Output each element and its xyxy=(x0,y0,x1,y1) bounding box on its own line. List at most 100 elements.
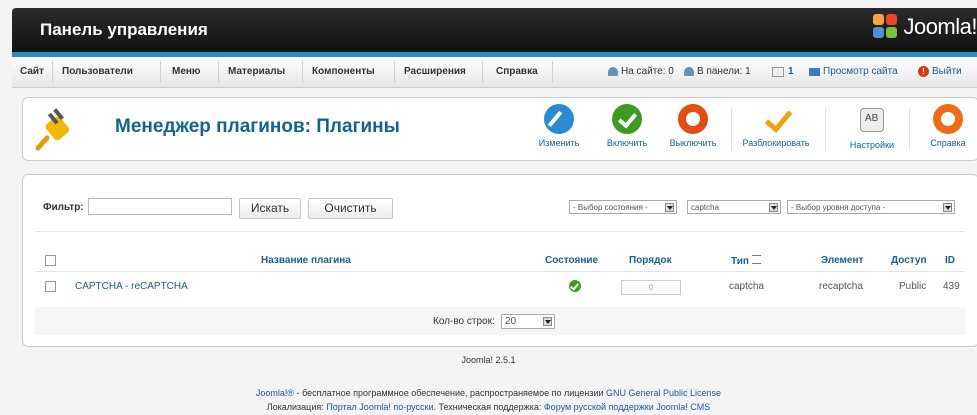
joomla-link[interactable]: Joomla!® xyxy=(256,388,294,398)
check-icon xyxy=(612,104,642,134)
filter-input[interactable] xyxy=(88,198,232,215)
rows-per-page-select[interactable]: 20 xyxy=(501,314,555,329)
chevron-down-icon xyxy=(943,203,952,212)
menu-content[interactable]: Материалы xyxy=(228,66,285,77)
logout-label[interactable]: Выйти xyxy=(932,66,962,77)
view-site-label[interactable]: Просмотр сайта xyxy=(823,66,898,77)
help-icon xyxy=(933,104,963,134)
users-icon xyxy=(608,67,618,76)
license-text: - бесплатное программное обеспечение, ра… xyxy=(294,388,606,398)
messages-count: 1 xyxy=(788,66,794,77)
license-line: Joomla!® - бесплатное программное обеспе… xyxy=(0,388,977,398)
access-select-value: - Выбор уровня доступа - xyxy=(791,203,886,212)
menu-components[interactable]: Компоненты xyxy=(312,66,375,77)
select-all-checkbox[interactable] xyxy=(45,255,56,266)
on-site-count: На сайте: 0 xyxy=(621,66,674,77)
monitor-icon xyxy=(809,67,820,76)
menu-separator xyxy=(394,61,395,83)
joomla-logo-icon xyxy=(873,14,899,40)
rows-per-page-value: 20 xyxy=(505,316,517,327)
col-access[interactable]: Доступ xyxy=(891,255,927,266)
row-checkbox[interactable] xyxy=(45,281,56,292)
checkin-icon xyxy=(761,104,793,134)
plugin-type: captcha xyxy=(729,281,765,292)
clear-button[interactable]: Очистить xyxy=(308,198,393,219)
plugin-icon xyxy=(35,108,70,151)
header-divider xyxy=(35,271,965,272)
in-panel-count: В панели: 1 xyxy=(697,66,751,77)
version-text: Joomla! 2.5.1 xyxy=(461,355,516,365)
localization-label: Локализация: xyxy=(266,402,327,412)
stop-icon xyxy=(678,104,708,134)
checkin-label: Разблокировать xyxy=(742,138,810,148)
enabled-check-icon[interactable] xyxy=(569,280,581,292)
menu-separator xyxy=(552,61,553,83)
options-icon: АВ xyxy=(860,108,884,132)
disable-button[interactable]: Выключить xyxy=(663,104,723,148)
logout-link[interactable]: ! Выйти xyxy=(918,66,962,77)
menu-separator xyxy=(482,61,483,83)
chevron-down-icon xyxy=(665,203,674,212)
portal-link[interactable]: Портал Joomla! по-русски xyxy=(326,402,433,412)
edit-button[interactable]: Изменить xyxy=(534,104,584,148)
col-type[interactable]: Тип xyxy=(731,255,761,267)
toolbar-separator xyxy=(909,108,910,150)
forum-link[interactable]: Форум русской поддержки Joomla! CMS xyxy=(544,402,710,412)
menu-separator xyxy=(218,61,219,83)
toolbar-separator xyxy=(731,108,732,150)
help-label: Справка xyxy=(930,138,966,148)
users-icon xyxy=(684,67,694,76)
col-order[interactable]: Порядок xyxy=(629,255,672,266)
filter-divider xyxy=(35,231,965,232)
menu-separator xyxy=(52,61,53,83)
admin-header: Панель управления Joomla! xyxy=(12,8,977,52)
view-site-link[interactable]: Просмотр сайта xyxy=(809,66,898,77)
plugin-name-link[interactable]: CAPTCHA - reCAPTCHA xyxy=(75,281,188,292)
filter-label: Фильтр: xyxy=(43,202,84,213)
col-status[interactable]: Состояние xyxy=(545,255,598,266)
state-select[interactable]: - Выбор состояния - xyxy=(569,200,677,214)
logo-text: Joomla! xyxy=(903,14,977,39)
edit-label: Изменить xyxy=(538,138,580,148)
enable-button[interactable]: Включить xyxy=(601,104,653,148)
menu-users[interactable]: Пользователи xyxy=(62,66,133,77)
help-button[interactable]: Справка xyxy=(923,104,973,148)
access-select[interactable]: - Выбор уровня доступа - xyxy=(787,200,955,214)
mail-icon xyxy=(772,66,784,77)
order-input[interactable]: 0 xyxy=(621,280,681,295)
toolbar: Менеджер плагинов: Плагины Изменить Вклю… xyxy=(22,97,977,161)
options-label: Настройки xyxy=(849,140,895,150)
menu-extensions[interactable]: Расширения xyxy=(404,66,466,77)
logout-icon: ! xyxy=(918,66,929,77)
plugins-panel: Фильтр: Искать Очистить - Выбор состояни… xyxy=(22,174,977,347)
col-id[interactable]: ID xyxy=(945,255,955,266)
menu-site[interactable]: Сайт xyxy=(20,66,44,77)
main-menu: Сайт Пользователи Меню Материалы Компоне… xyxy=(12,57,977,88)
rows-per-page-label: Кол-во строк: xyxy=(433,316,495,327)
search-button[interactable]: Искать xyxy=(239,198,301,219)
col-type-label: Тип xyxy=(731,256,749,267)
menu-menus[interactable]: Меню xyxy=(172,66,200,77)
pencil-icon xyxy=(544,104,574,134)
toolbar-separator xyxy=(825,108,826,150)
disable-label: Выключить xyxy=(669,138,717,148)
status-on-site: На сайте: 0 xyxy=(608,66,674,77)
support-label: . Техническая поддержка: xyxy=(433,402,544,412)
plugin-element: recaptcha xyxy=(819,281,863,292)
status-messages[interactable]: 1 xyxy=(772,66,794,77)
status-in-panel: В панели: 1 xyxy=(684,66,751,77)
localization-line: Локализация: Портал Joomla! по-русски. Т… xyxy=(0,402,977,412)
menu-help[interactable]: Справка xyxy=(496,66,538,77)
joomla-logo[interactable]: Joomla! xyxy=(873,14,977,40)
gpl-link[interactable]: GNU General Public License xyxy=(606,388,721,398)
header-title: Панель управления xyxy=(40,20,208,39)
checkin-button[interactable]: Разблокировать xyxy=(735,104,817,148)
sort-icon xyxy=(751,255,761,264)
col-element[interactable]: Элемент xyxy=(821,255,863,266)
plugin-access: Public xyxy=(899,281,927,292)
type-select[interactable]: captcha xyxy=(687,200,781,214)
col-name[interactable]: Название плагина xyxy=(261,255,351,266)
chevron-down-icon xyxy=(543,317,552,326)
menu-separator xyxy=(302,61,303,83)
options-button[interactable]: АВ Настройки xyxy=(843,104,901,150)
